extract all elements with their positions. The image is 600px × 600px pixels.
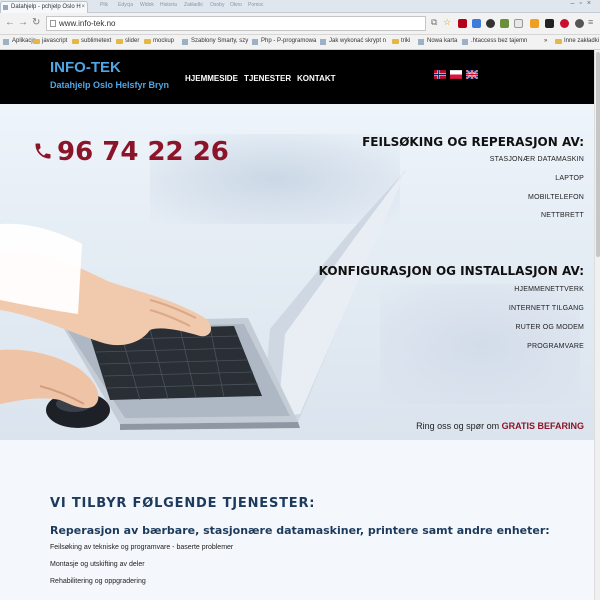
cta-text: Ring oss og spør om [416, 421, 500, 431]
bookmark-htaccess[interactable]: .htaccess bez tajemn [462, 38, 527, 45]
extension-icon[interactable] [575, 19, 584, 28]
bookmark-javascript[interactable]: javascript [33, 38, 67, 44]
site-header: INFO-TEK Datahjelp Oslo Helsfyr Bryn HJE… [0, 50, 600, 104]
extension-icon[interactable] [514, 19, 523, 28]
hero-list-item: PROGRAMVARE [527, 343, 584, 350]
page-icon [462, 39, 468, 45]
bookmark-mockup[interactable]: mockup [144, 38, 174, 44]
url-input[interactable]: www.info-tek.no [46, 16, 426, 31]
cta-highlight: GRATIS BEFARING [501, 421, 584, 431]
service-item: Feilsøking av tekniske og programvare - … [50, 544, 234, 551]
hero-heading-config: KONFIGURASJON OG INSTALLASJON AV: [318, 264, 584, 278]
address-bar: ← → ↻ www.info-tek.no ⧉ ☆ ≡ [0, 13, 600, 35]
hero-list-item: RUTER OG MODEM [515, 324, 584, 331]
window-controls[interactable]: –▫× [571, 0, 596, 7]
service-item: Rehabilitering og oppgradering [50, 578, 146, 585]
bookmark-php[interactable]: Php - P-programowa [252, 38, 316, 45]
site-logo-title[interactable]: INFO-TEK [50, 59, 121, 76]
services-section: VI TILBYR FØLGENDE TJENESTER: Reperasjon… [0, 440, 600, 600]
page-icon [320, 39, 326, 45]
star-icon[interactable]: ☆ [443, 17, 451, 28]
bookmarks-overflow-icon[interactable]: » [544, 38, 547, 44]
cta-free-inspection[interactable]: Ring oss og spør om GRATIS BEFARING [416, 421, 584, 431]
folder-icon [392, 39, 399, 44]
page-icon [418, 39, 424, 45]
poland-flag-icon[interactable] [450, 70, 462, 79]
menu-item-okno[interactable]: Okno [230, 2, 242, 8]
browser-tab[interactable]: Datahjelp - pchjelp Oslo H × [0, 1, 88, 13]
gear-icon[interactable] [486, 19, 495, 28]
bookmark-nowa-karta[interactable]: Nowa karta [418, 38, 457, 45]
hero-list-item: HJEMMENETTVERK [514, 286, 584, 293]
phone-number[interactable]: 96 74 22 26 [57, 137, 229, 167]
norway-flag-icon[interactable] [434, 70, 446, 79]
back-icon[interactable]: ← [5, 17, 15, 28]
nav-kontakt[interactable]: KONTAKT [297, 74, 336, 83]
menu-item-pomoc[interactable]: Pomoc [248, 2, 264, 8]
bookmark-sublimetext[interactable]: sublimetext [72, 38, 111, 44]
hero-list-item: NETTBRETT [540, 212, 584, 219]
browser-tab-strip: Datahjelp - pchjelp Oslo H × Plik Edycja… [0, 0, 600, 13]
services-title: VI TILBYR FØLGENDE TJENESTER: [50, 496, 316, 511]
menu-item-osoby[interactable]: Osoby [210, 2, 224, 8]
hero-list-item: INTERNETT TILGANG [508, 305, 584, 312]
translate-icon[interactable]: ⧉ [431, 17, 437, 28]
hero-heading-repair: FEILSØKING OG REPERASJON AV: [362, 135, 584, 149]
hero-list-item: MOBILTELEFON [528, 194, 584, 201]
menu-item-historia[interactable]: Historia [160, 2, 177, 8]
reload-icon[interactable]: ↻ [32, 17, 40, 28]
pdf-extension-icon[interactable] [458, 19, 467, 28]
site-logo-subtitle: Datahjelp Oslo Helsfyr Bryn [50, 80, 170, 90]
url-text: www.info-tek.no [59, 19, 116, 28]
extension-icon[interactable] [500, 19, 509, 28]
service-item: Montasje og utskifting av deler [50, 561, 145, 568]
menu-item-widok[interactable]: Widok [140, 2, 154, 8]
hero-banner: 96 74 22 26 FEILSØKING OG REPERASJON AV:… [0, 104, 600, 440]
services-subtitle: Reperasjon av bærbare, stasjonære datama… [50, 524, 550, 537]
page-icon [252, 39, 258, 45]
bookmark-triki[interactable]: triki [392, 38, 410, 44]
menu-item-edycja[interactable]: Edycja [118, 2, 133, 8]
folder-icon [555, 39, 562, 44]
folder-icon [33, 39, 40, 44]
extension-icon[interactable] [530, 19, 539, 28]
page-icon [50, 20, 56, 27]
forward-icon[interactable]: → [18, 17, 28, 28]
menu-icon[interactable]: ≡ [588, 17, 593, 27]
folder-icon [72, 39, 79, 44]
apps-icon [3, 39, 9, 45]
extension-icon[interactable] [560, 19, 569, 28]
extension-icon[interactable] [472, 19, 481, 28]
bookmark-slider[interactable]: slider [116, 38, 139, 44]
folder-icon [116, 39, 123, 44]
hero-list-item: STASJONÆR DATAMASKIN [489, 156, 584, 163]
bookmarks-bar: Aplikacje javascript sublimetext slider … [0, 35, 600, 50]
uk-flag-icon[interactable] [466, 70, 478, 79]
folder-icon [144, 39, 151, 44]
extension-icon[interactable] [545, 19, 554, 28]
tab-close-icon[interactable]: × [81, 2, 85, 13]
bookmark-apps[interactable]: Aplikacje [3, 38, 36, 45]
tab-title: Datahjelp - pchjelp Oslo H [11, 4, 81, 10]
menu-item-plik[interactable]: Plik [100, 2, 108, 8]
scrollbar-thumb[interactable] [596, 52, 600, 257]
page-scrollbar[interactable] [594, 50, 600, 600]
bookmark-szablony[interactable]: Szablony Smarty, szy [182, 38, 248, 45]
nav-tjenester[interactable]: TJENESTER [244, 74, 291, 83]
phone-icon [35, 143, 51, 159]
menu-item-zakladki[interactable]: Zakładki [184, 2, 203, 8]
hero-list-item: LAPTOP [555, 175, 584, 182]
nav-hjemmeside[interactable]: HJEMMESIDE [185, 74, 238, 83]
page-icon [182, 39, 188, 45]
bookmark-jak-wykonac[interactable]: Jak wykonać skrypt n [320, 38, 386, 45]
tab-favicon-icon [3, 5, 8, 10]
bookmark-other[interactable]: Inne zakładki [555, 38, 599, 44]
